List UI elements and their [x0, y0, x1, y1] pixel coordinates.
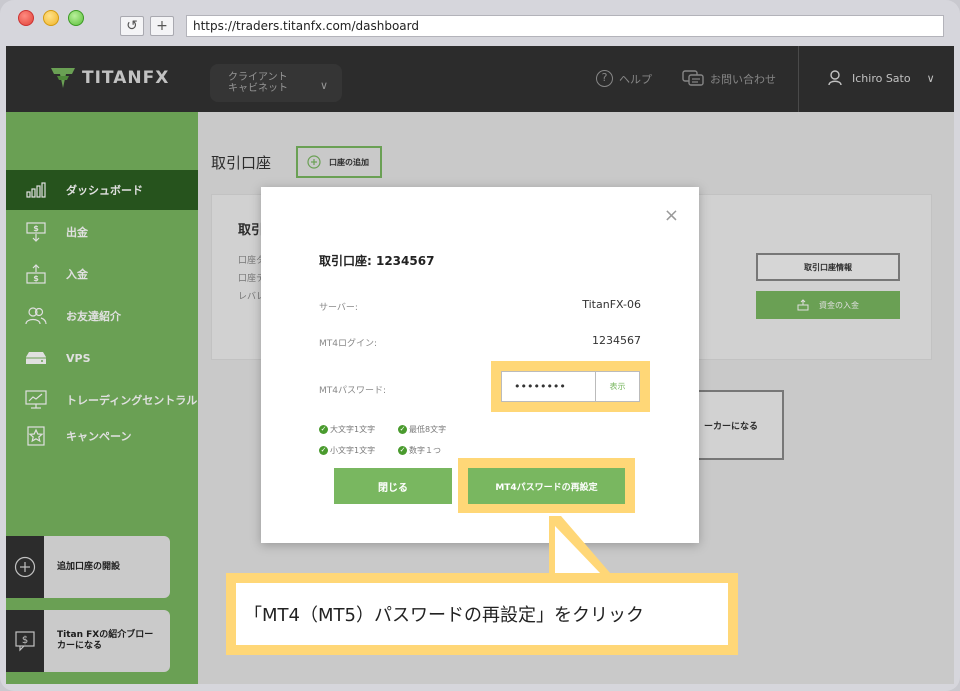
address-bar[interactable]: https://traders.titanfx.com/dashboard	[186, 15, 944, 37]
rule-lowercase: ✓ 小文字1文字	[319, 445, 375, 456]
check-icon: ✓	[398, 446, 407, 455]
modal-title: 取引口座: 1234567	[319, 254, 435, 268]
rule-label: 数字１つ	[409, 446, 441, 455]
login-label: MT4ログイン:	[319, 339, 378, 349]
minimize-window-button[interactable]	[43, 10, 59, 26]
page-viewport: TITANFX クライアント キャビネット ∨ ? ヘルプ お問い合わせ Ich…	[6, 46, 954, 684]
close-window-button[interactable]	[18, 10, 34, 26]
rule-uppercase: ✓ 大文字1文字	[319, 424, 375, 435]
check-icon: ✓	[319, 425, 328, 434]
check-icon: ✓	[398, 425, 407, 434]
refresh-icon[interactable]: ↺	[120, 16, 144, 36]
rule-min-length: ✓ 最低8文字	[398, 424, 446, 435]
show-password-button[interactable]: 表示	[595, 372, 639, 401]
login-value: 1234567	[592, 334, 641, 347]
password-field[interactable]: •••••••• 表示	[501, 371, 640, 402]
rule-label: 大文字1文字	[330, 425, 376, 434]
window-controls	[18, 10, 84, 26]
rule-number: ✓ 数字１つ	[398, 445, 441, 456]
rule-label: 最低8文字	[409, 425, 447, 434]
instruction-callout: 「MT4（MT5）パスワードの再設定」をクリック	[226, 573, 738, 655]
close-icon[interactable]: ×	[664, 205, 679, 226]
check-icon: ✓	[319, 446, 328, 455]
rule-label: 小文字1文字	[330, 446, 376, 455]
plus-icon[interactable]: +	[150, 16, 174, 36]
password-value: ••••••••	[514, 380, 566, 393]
browser-window: ↺ + https://traders.titanfx.com/dashboar…	[0, 0, 960, 691]
password-reset-modal: × 取引口座: 1234567 サーバー: TitanFX-06 MT4ログイン…	[261, 187, 699, 543]
password-label: MT4パスワード:	[319, 386, 387, 396]
server-value: TitanFX-06	[582, 298, 641, 311]
callout-pointer	[549, 516, 611, 574]
reset-password-button[interactable]: MT4パスワードの再設定	[468, 468, 625, 504]
maximize-window-button[interactable]	[68, 10, 84, 26]
server-label: サーバー:	[319, 303, 358, 313]
callout-text: 「MT4（MT5）パスワードの再設定」をクリック	[236, 583, 728, 645]
close-button[interactable]: 閉じる	[334, 468, 452, 504]
